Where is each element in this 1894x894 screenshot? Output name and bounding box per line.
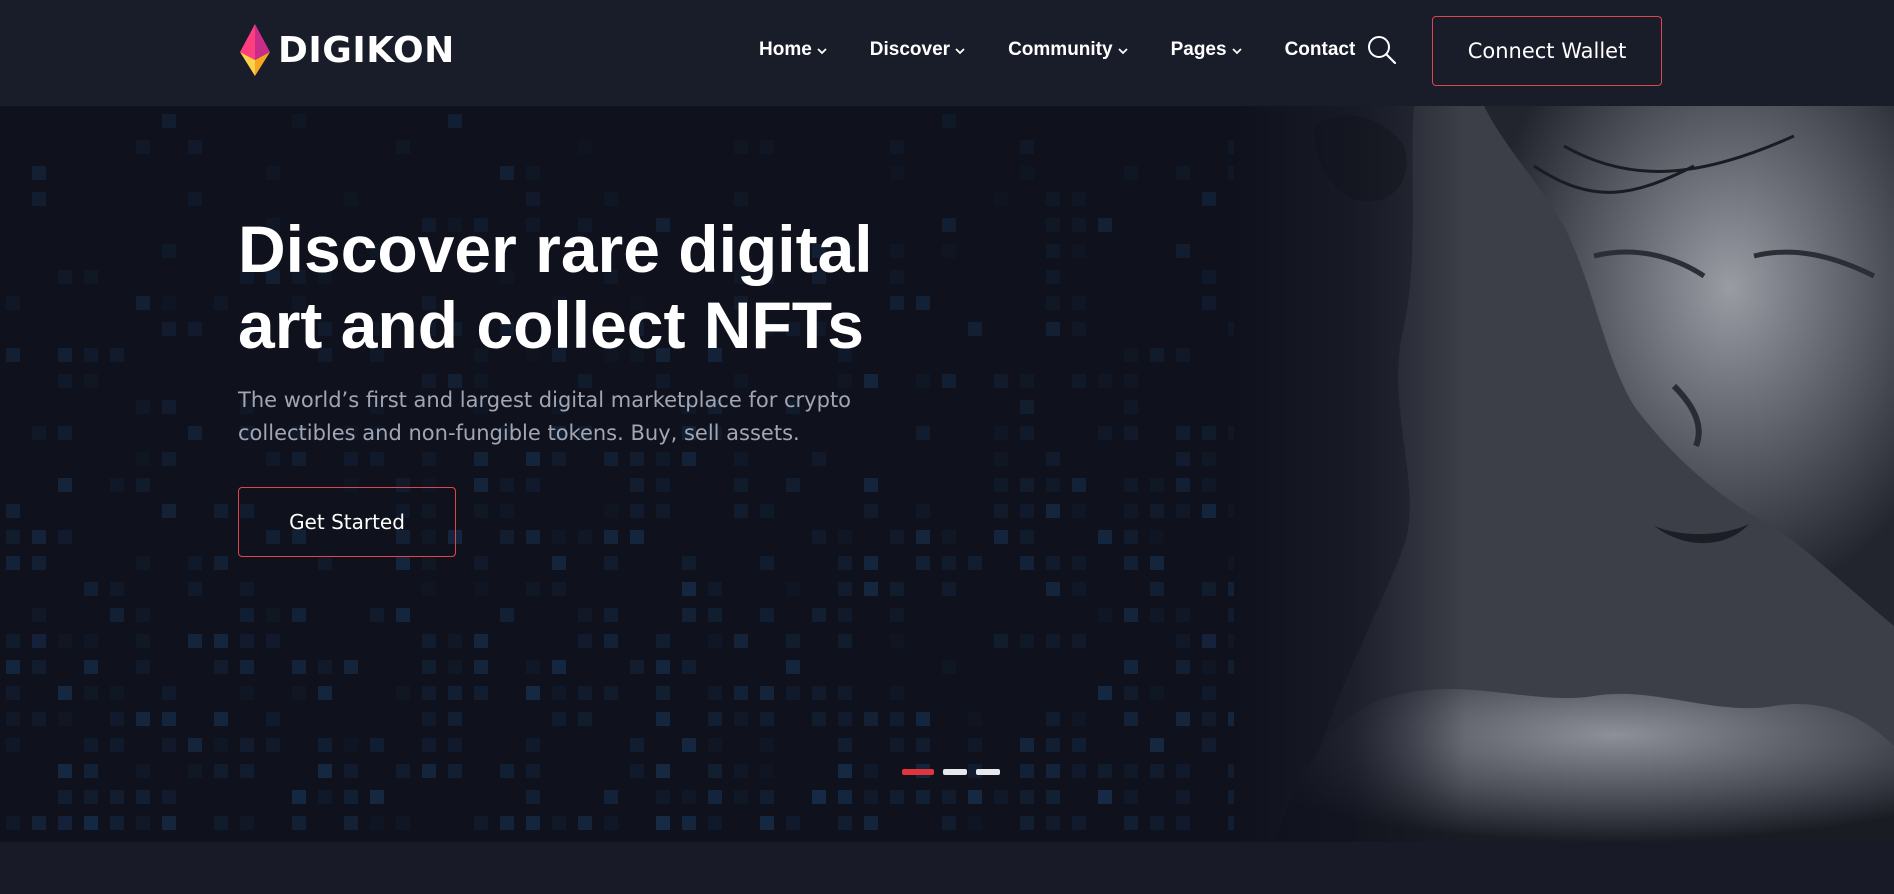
hero-title-line: Discover rare digital (238, 212, 873, 286)
chevron-down-icon (1231, 48, 1242, 55)
nav-item-label: Community (1008, 39, 1113, 60)
search-icon (1368, 36, 1397, 65)
slider-dot-3[interactable] (976, 769, 1000, 775)
nav-item-community[interactable]: Community (1008, 39, 1129, 61)
hero-subtitle-line: The world’s first and largest digital ma… (238, 388, 852, 412)
nav-item-label: Home (759, 39, 812, 60)
slider-dot-1[interactable] (902, 769, 934, 775)
main-nav: Home Discover Community Pages Contact (759, 34, 1355, 66)
chevron-down-icon (1117, 48, 1128, 55)
brand-logo[interactable]: DIGIKON (238, 22, 455, 78)
site-header: DIGIKON Home Discover Community Pages Co… (0, 0, 1894, 106)
next-section-edge (0, 842, 1894, 894)
slider-dot-2[interactable] (943, 769, 967, 775)
diamond-logo-icon (240, 24, 270, 76)
nav-item-home[interactable]: Home (759, 39, 828, 61)
hero-subtitle-line: collectibles and non-fungible tokens. Bu… (238, 421, 800, 445)
nav-item-label: Contact (1284, 39, 1356, 60)
nav-item-label: Pages (1170, 39, 1227, 60)
chevron-down-icon (817, 48, 827, 55)
chevron-down-icon (955, 48, 965, 55)
brand-name: DIGIKON (278, 29, 455, 71)
hero-title-line: art and collect NFTs (238, 288, 864, 362)
hero-section: Discover rare digital art and collect NF… (0, 106, 1894, 842)
search-button[interactable] (1366, 34, 1398, 66)
connect-wallet-button[interactable]: Connect Wallet (1432, 16, 1662, 86)
nav-item-label: Discover (869, 39, 951, 60)
hero-subtitle: The world’s first and largest digital ma… (238, 384, 918, 450)
nav-item-discover[interactable]: Discover (870, 39, 966, 61)
nav-item-pages[interactable]: Pages (1171, 39, 1243, 61)
nav-item-contact[interactable]: Contact (1285, 39, 1356, 61)
slider-pagination (902, 769, 1000, 775)
get-started-button[interactable]: Get Started (238, 487, 456, 557)
hero-portrait-image (1234, 106, 1894, 842)
hero-title: Discover rare digital art and collect NF… (238, 211, 958, 363)
